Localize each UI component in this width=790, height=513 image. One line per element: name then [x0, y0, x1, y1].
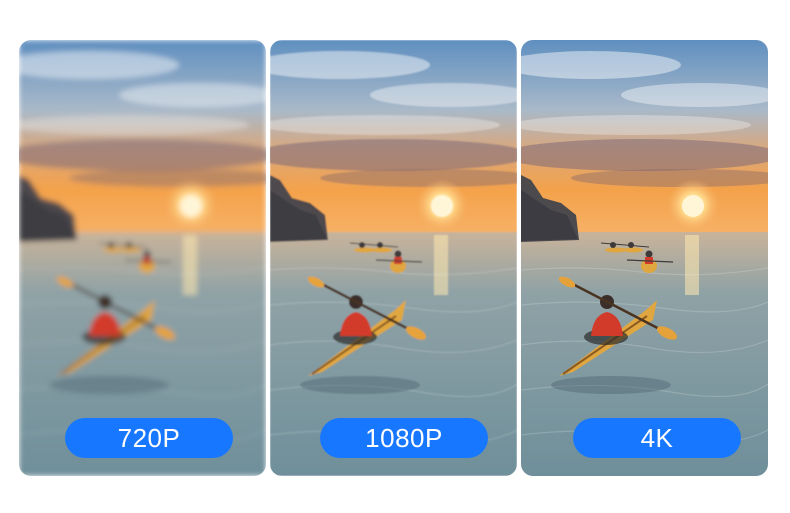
- resolution-badge-4k: 4K: [573, 418, 741, 458]
- resolution-badge-720p: 720P: [65, 418, 233, 458]
- kayak-scene-image: [270, 40, 517, 476]
- panel-1080p: 1080P: [270, 40, 517, 476]
- panel-4k: 4K: [521, 40, 768, 476]
- panel-720p: 720P: [19, 40, 266, 476]
- resolution-badge-1080p: 1080P: [320, 418, 488, 458]
- resolution-comparison: 720P 1080P 4K: [19, 40, 768, 476]
- kayak-scene-image: [521, 40, 768, 476]
- kayak-scene-image: [19, 40, 266, 476]
